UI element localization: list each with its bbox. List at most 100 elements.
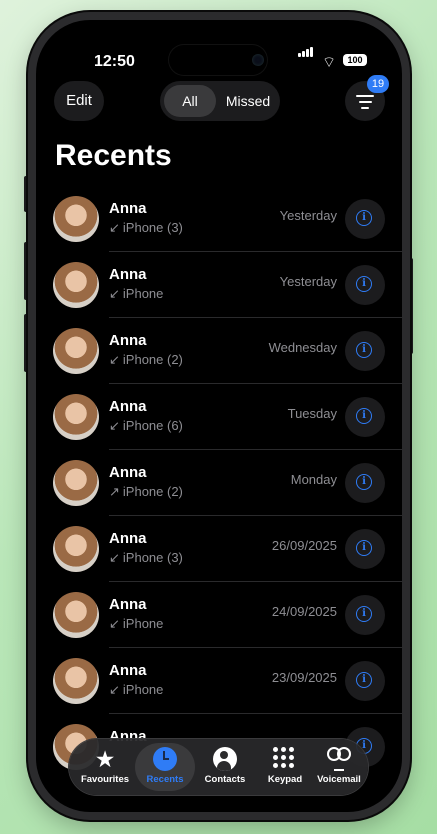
tab-label: Recents xyxy=(146,774,184,785)
contact-name: Anna xyxy=(109,662,147,679)
call-row[interactable]: Anna ↙ iPhone (3) 26/09/2025 i xyxy=(36,516,402,582)
call-row[interactable]: Anna ↗ iPhone (2) Monday i xyxy=(36,450,402,516)
contact-name: Anna xyxy=(109,530,147,547)
avatar xyxy=(53,328,99,374)
info-button[interactable]: i xyxy=(345,595,385,635)
filter-missed-tab[interactable]: Missed xyxy=(220,85,276,117)
call-date: Tuesday xyxy=(287,406,337,421)
avatar xyxy=(53,196,99,242)
call-date: Monday xyxy=(290,472,337,487)
call-date: Yesterday xyxy=(279,274,337,289)
clock-icon xyxy=(153,747,177,771)
info-icon: i xyxy=(356,474,372,490)
call-row[interactable]: Anna ↙ iPhone (6) Tuesday i xyxy=(36,384,402,450)
call-direction-icon: ↙ xyxy=(109,352,120,367)
info-icon: i xyxy=(356,210,372,226)
filter-lines-icon xyxy=(356,95,374,113)
call-row[interactable]: Anna ↙ iPhone 24/09/2025 i xyxy=(36,582,402,648)
call-detail: ↙ iPhone xyxy=(109,616,163,632)
keypad-icon xyxy=(273,747,297,771)
info-button[interactable]: i xyxy=(345,463,385,503)
contact-name: Anna xyxy=(109,464,147,481)
filter-badge: 19 xyxy=(367,75,389,93)
avatar xyxy=(53,658,99,704)
info-icon: i xyxy=(356,606,372,622)
tab-contacts[interactable]: Contacts xyxy=(195,743,255,791)
call-date: 23/09/2025 xyxy=(271,670,337,685)
call-device: iPhone (3) xyxy=(122,220,183,235)
info-icon: i xyxy=(356,342,372,358)
contact-name: Anna xyxy=(109,596,147,613)
status-time: 12:50 xyxy=(94,53,135,70)
call-direction-icon: ↙ xyxy=(109,616,120,631)
call-direction-icon: ↙ xyxy=(109,220,120,235)
call-row[interactable]: Anna ↙ iPhone 23/09/2025 i xyxy=(36,648,402,714)
call-row[interactable]: Anna ↙ iPhone Yesterday i xyxy=(36,252,402,318)
info-button[interactable]: i xyxy=(345,661,385,701)
edit-button[interactable]: Edit xyxy=(54,81,104,121)
call-detail: ↙ iPhone xyxy=(109,286,163,302)
info-button[interactable]: i xyxy=(345,199,385,239)
avatar xyxy=(53,262,99,308)
call-device: iPhone (2) xyxy=(122,484,183,499)
tab-bar: ★ Favourites Recents Contacts Keypad Voi… xyxy=(69,739,368,795)
call-detail: ↙ iPhone (3) xyxy=(109,550,183,566)
tab-label: Favourites xyxy=(80,774,130,785)
call-direction-icon: ↙ xyxy=(109,550,120,565)
tab-voicemail[interactable]: Voicemail xyxy=(309,743,369,791)
recents-list: Anna ↙ iPhone (3) Yesterday i Anna ↙ iPhon… xyxy=(36,186,402,780)
contact-name: Anna xyxy=(109,398,147,415)
call-row[interactable]: Anna ↙ iPhone (2) Wednesday i xyxy=(36,318,402,384)
call-direction-icon: ↙ xyxy=(109,682,120,697)
call-detail: ↙ iPhone (3) xyxy=(109,220,183,236)
info-button[interactable]: i xyxy=(345,529,385,569)
wifi-icon: ⌔ xyxy=(322,54,337,71)
info-icon: i xyxy=(356,276,372,292)
call-date: Wednesday xyxy=(268,340,337,355)
avatar xyxy=(53,526,99,572)
call-device: iPhone (2) xyxy=(122,352,183,367)
avatar xyxy=(53,460,99,506)
contact-name: Anna xyxy=(109,266,147,283)
call-direction-icon: ↗ xyxy=(109,484,120,499)
info-icon: i xyxy=(356,672,372,688)
call-detail: ↗ iPhone (2) xyxy=(109,484,183,500)
info-button[interactable]: i xyxy=(345,265,385,305)
tab-label: Voicemail xyxy=(317,774,361,785)
tab-favourites[interactable]: ★ Favourites xyxy=(75,743,135,791)
tab-keypad[interactable]: Keypad xyxy=(255,743,315,791)
call-device: iPhone xyxy=(122,682,164,697)
info-button[interactable]: i xyxy=(345,397,385,437)
star-icon: ★ xyxy=(94,746,116,772)
phone-screen: 12:50 ⌔ 100 Edit All Missed 19 Recents A… xyxy=(36,20,402,812)
call-detail: ↙ iPhone xyxy=(109,682,163,698)
info-icon: i xyxy=(356,408,372,424)
call-detail: ↙ iPhone (6) xyxy=(109,418,183,434)
voicemail-icon xyxy=(327,747,351,771)
call-date: 24/09/2025 xyxy=(271,604,337,619)
call-device: iPhone xyxy=(122,616,164,631)
tab-label: Contacts xyxy=(204,774,246,785)
battery-icon: 100 xyxy=(343,54,367,66)
call-detail: ↙ iPhone (2) xyxy=(109,352,183,368)
call-direction-icon: ↙ xyxy=(109,286,120,301)
filter-all-tab[interactable]: All xyxy=(164,85,216,117)
tab-label: Keypad xyxy=(267,774,303,785)
tab-recents[interactable]: Recents xyxy=(135,743,195,791)
info-icon: i xyxy=(356,540,372,556)
avatar xyxy=(53,394,99,440)
call-date: Yesterday xyxy=(279,208,337,223)
contact-name: Anna xyxy=(109,200,147,217)
call-device: iPhone (6) xyxy=(122,418,183,433)
contact-name: Anna xyxy=(109,332,147,349)
page-title: Recents xyxy=(55,139,172,172)
call-device: iPhone (3) xyxy=(122,550,183,565)
avatar xyxy=(53,592,99,638)
call-filter-segmented-control: All Missed xyxy=(160,81,280,121)
call-row[interactable]: Anna ↙ iPhone (3) Yesterday i xyxy=(36,186,402,252)
info-button[interactable]: i xyxy=(345,331,385,371)
call-date: 26/09/2025 xyxy=(271,538,337,553)
camera-icon xyxy=(252,54,264,66)
person-circle-icon xyxy=(213,747,237,771)
call-direction-icon: ↙ xyxy=(109,418,120,433)
